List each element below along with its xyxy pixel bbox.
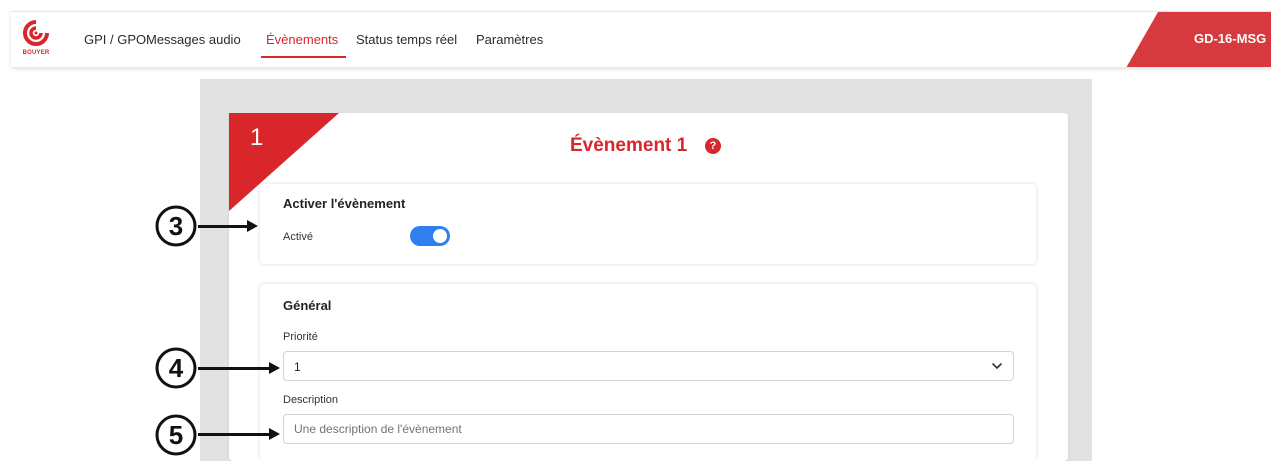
logo-brand-text: BOUYER	[22, 50, 50, 56]
help-icon[interactable]: ?	[705, 138, 721, 154]
callout-3: 3	[155, 205, 197, 247]
general-section-title: Général	[283, 298, 332, 313]
chevron-down-icon	[992, 363, 1002, 369]
description-input[interactable]	[283, 414, 1014, 444]
event-number: 1	[250, 124, 264, 151]
priority-selected-value: 1	[294, 360, 301, 374]
callout-4: 4	[155, 347, 197, 389]
top-navbar: BOUYER GPI / GPO Messages audio Évènemen…	[11, 11, 1271, 67]
nav-parametres[interactable]: Paramètres	[476, 32, 543, 47]
event-title: Évènement 1	[570, 135, 688, 156]
device-name-badge: GD-16-MSG	[1126, 12, 1271, 67]
priority-select[interactable]: 1	[283, 351, 1014, 381]
activer-section-title: Activer l'évènement	[283, 196, 406, 211]
toggle-label: Activé	[283, 231, 313, 243]
priority-label: Priorité	[283, 331, 318, 343]
callout-3-arrow	[198, 220, 258, 232]
page: BOUYER GPI / GPO Messages audio Évènemen…	[0, 0, 1271, 461]
callout-5-arrow	[198, 428, 280, 440]
callout-3-number: 3	[168, 211, 184, 241]
activer-toggle[interactable]	[410, 226, 450, 246]
nav-status-temps-reel[interactable]: Status temps réel	[356, 32, 457, 47]
nav-evenements[interactable]: Évènements	[266, 32, 338, 47]
callout-4-number: 4	[168, 353, 184, 383]
nav-gpi-gpo[interactable]: GPI / GPO	[84, 32, 146, 47]
nav-messages-audio[interactable]: Messages audio	[146, 32, 241, 47]
callout-4-arrow	[198, 362, 280, 374]
callout-5: 5	[155, 414, 197, 456]
description-label: Description	[283, 394, 339, 406]
toggle-knob	[433, 229, 447, 243]
device-name: GD-16-MSG	[1194, 31, 1267, 46]
active-nav-underline	[261, 56, 346, 58]
logo-swirl-icon	[22, 19, 50, 49]
bouyer-logo[interactable]: BOUYER	[21, 18, 51, 58]
callout-5-number: 5	[168, 420, 184, 450]
